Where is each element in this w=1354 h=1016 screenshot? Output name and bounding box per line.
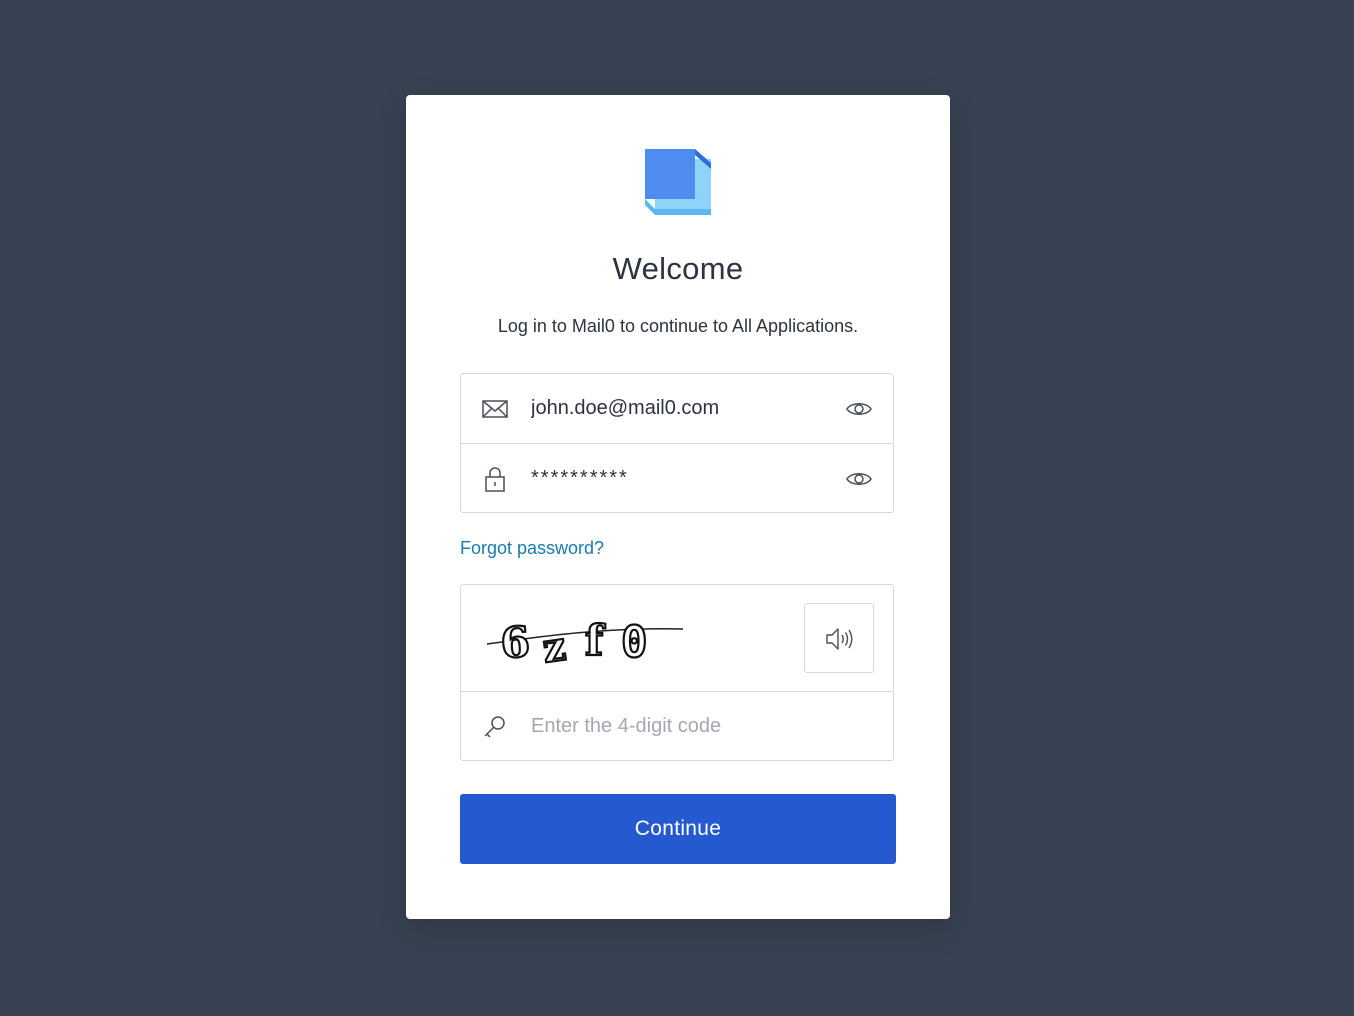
captcha-row: 6 z f 0 — [461, 585, 893, 691]
forgot-password-link[interactable]: Forgot password? — [460, 538, 604, 559]
captcha-char: f — [585, 616, 606, 665]
captcha-char: 0 — [621, 617, 648, 667]
speaker-icon — [826, 628, 853, 650]
captcha-char: 6 — [499, 617, 532, 667]
captcha-code-row — [461, 691, 893, 760]
eye-icon[interactable] — [845, 465, 873, 493]
captcha-image: 6 z f 0 — [486, 615, 684, 667]
key-icon — [484, 716, 505, 738]
continue-button[interactable]: Continue — [460, 794, 896, 864]
eye-icon[interactable] — [845, 395, 873, 423]
captcha-group: 6 z f 0 — [460, 584, 894, 761]
email-field[interactable] — [531, 374, 831, 443]
cube-logo-icon — [645, 149, 711, 215]
envelope-icon — [482, 400, 508, 418]
email-field-row — [461, 374, 893, 443]
credentials-group — [460, 373, 894, 513]
page-subtitle: Log in to Mail0 to continue to All Appli… — [497, 316, 859, 336]
password-field-row — [461, 443, 893, 512]
captcha-char: z — [540, 623, 569, 667]
password-field[interactable] — [531, 444, 831, 512]
login-card: Welcome Log in to Mail0 to continue to A… — [406, 95, 950, 919]
lock-icon — [485, 467, 505, 492]
page-title: Welcome — [612, 251, 744, 286]
captcha-code-input[interactable] — [531, 692, 831, 760]
captcha-audio-button[interactable] — [804, 603, 874, 673]
